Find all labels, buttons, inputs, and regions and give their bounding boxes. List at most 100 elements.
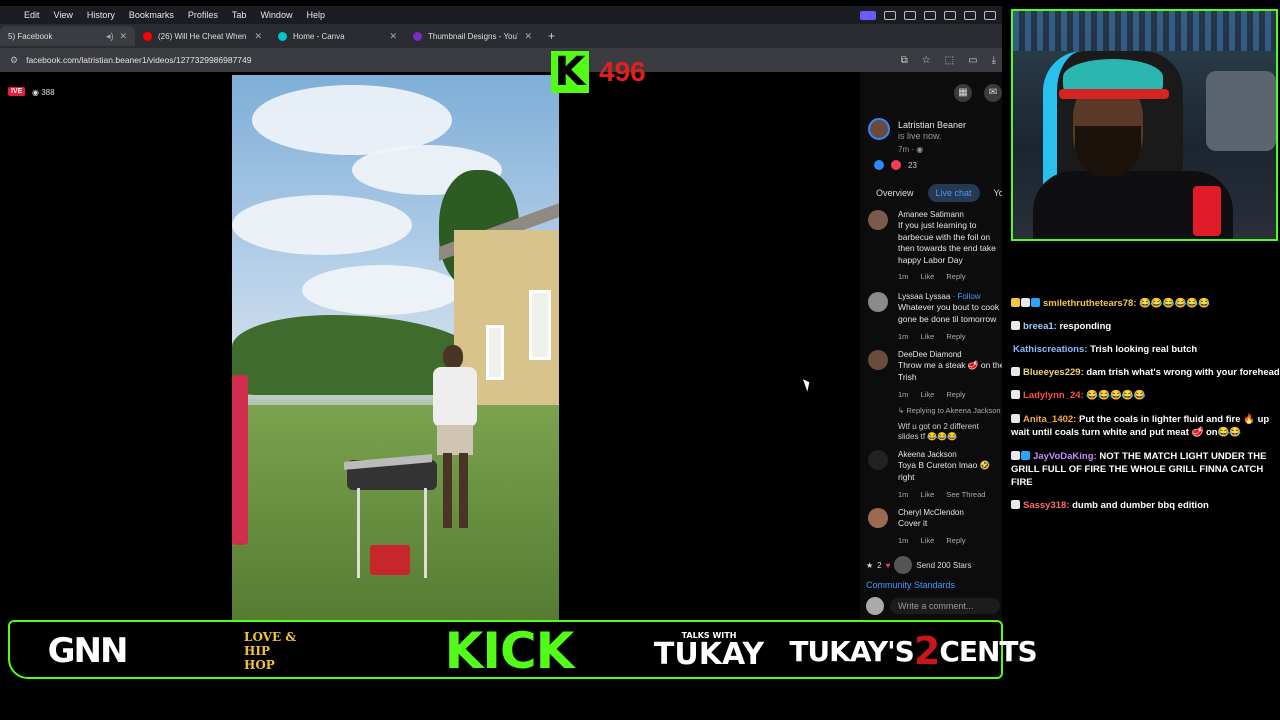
status-tray xyxy=(860,10,1002,20)
tab-canva[interactable]: Home - Canva ✕ xyxy=(270,26,405,46)
host-name[interactable]: Latristian Beaner xyxy=(898,120,966,130)
tab-youtube[interactable]: (26) Will He Cheat When His ✕ xyxy=(135,26,270,46)
comment-input[interactable]: Write a comment... xyxy=(890,598,1000,614)
tray-app-icon[interactable] xyxy=(904,10,916,20)
chat-username[interactable]: Ladylynn_24: xyxy=(1023,390,1084,401)
badge-icon xyxy=(1011,500,1020,509)
chat-badges xyxy=(1011,298,1041,309)
tab-thumbnail[interactable]: Thumbnail Designs - YouTube ✕ xyxy=(405,26,540,46)
tray-app-icon[interactable] xyxy=(884,10,896,20)
mouse-cursor-icon xyxy=(802,377,813,392)
live-video-player[interactable] xyxy=(232,75,559,620)
messenger-icon[interactable]: ✉ xyxy=(984,84,1002,102)
site-settings-icon[interactable]: ⚙ xyxy=(10,55,18,66)
badge-icon xyxy=(1011,321,1020,330)
chat-username[interactable]: Blueeyes229: xyxy=(1023,367,1084,378)
wifi-icon[interactable] xyxy=(964,10,976,20)
comment-composer: Write a comment... xyxy=(866,597,1000,615)
like-link[interactable]: Like xyxy=(921,536,935,545)
send-stars-button[interactable]: Send 200 Stars xyxy=(916,561,971,570)
tray-app-icon[interactable] xyxy=(944,10,956,20)
comment-time: 1m xyxy=(898,390,909,399)
menu-view[interactable]: View xyxy=(47,10,80,20)
tab-facebook[interactable]: 5) Facebook ◂) ✕ xyxy=(0,26,135,46)
comment-text: Throw me a steak 🥩 on the Trish xyxy=(898,360,1002,382)
like-link[interactable]: Like xyxy=(921,332,935,341)
search-icon[interactable] xyxy=(984,10,996,20)
close-tab-icon[interactable]: ✕ xyxy=(119,31,127,42)
kick-count: 496 xyxy=(599,56,646,87)
avatar[interactable] xyxy=(868,292,888,312)
cents-label-a: TUKAY'S xyxy=(789,634,915,668)
menu-edit[interactable]: Edit xyxy=(0,10,47,20)
chat-username[interactable]: JayVoDaKing: xyxy=(1033,451,1097,462)
chat-username[interactable]: Anita_1402: xyxy=(1023,414,1076,425)
replying-to[interactable]: ↳ Replying to Akeena Jackson xyxy=(898,406,1001,415)
badge-icon xyxy=(1011,451,1020,460)
reactions-row[interactable]: 23 xyxy=(870,160,917,170)
extensions-icon[interactable]: ⬚ xyxy=(945,55,954,66)
tray-app-icon[interactable] xyxy=(924,10,936,20)
chat-text: 😂😂😂😂😂 xyxy=(1083,390,1146,401)
like-link[interactable]: Like xyxy=(921,390,935,399)
new-tab-button[interactable]: + xyxy=(540,29,563,43)
menu-history[interactable]: History xyxy=(80,10,122,20)
menu-bookmarks[interactable]: Bookmarks xyxy=(122,10,181,20)
see-thread-link[interactable]: See Thread xyxy=(946,490,985,499)
avatar[interactable] xyxy=(868,210,888,230)
chat-badges xyxy=(1011,390,1021,401)
menu-tab[interactable]: Tab xyxy=(225,10,254,20)
like-reaction-icon xyxy=(874,160,884,170)
community-standards-link[interactable]: Community Standards xyxy=(866,580,955,590)
reply-link[interactable]: Reply xyxy=(946,272,965,281)
menu-window[interactable]: Window xyxy=(253,10,299,20)
chat-username[interactable]: Kathiscreations: xyxy=(1013,344,1087,355)
tab-overview[interactable]: Overview xyxy=(868,184,922,202)
avatar[interactable] xyxy=(868,450,888,470)
bookmark-star-icon[interactable]: ☆ xyxy=(922,55,931,66)
menu-grid-icon[interactable]: ▦ xyxy=(954,84,972,102)
download-icon[interactable]: ⤓ xyxy=(992,55,996,66)
comment-text: Toya B Cureton lmao 🤣 right xyxy=(898,460,991,482)
speaker-icon[interactable]: ◂) xyxy=(106,31,114,42)
screen-record-icon[interactable] xyxy=(860,10,876,20)
red-bottle xyxy=(1193,186,1221,236)
close-tab-icon[interactable]: ✕ xyxy=(389,31,397,42)
follow-link[interactable]: · Follow xyxy=(950,292,981,301)
chat-username[interactable]: breea1: xyxy=(1023,321,1057,332)
avatar[interactable] xyxy=(868,118,890,140)
install-icon[interactable]: ⧉ xyxy=(901,55,908,66)
badge-icon xyxy=(1021,298,1030,307)
menu-help[interactable]: Help xyxy=(299,10,332,20)
menu-profiles[interactable]: Profiles xyxy=(181,10,225,20)
house-window xyxy=(529,290,551,360)
chat-text: 😂😂😂😂😂😂 xyxy=(1136,298,1211,309)
comment-author[interactable]: Lyssaa Lyssaa · Follow xyxy=(898,292,981,301)
reply-link[interactable]: Reply xyxy=(946,390,965,399)
tab-more[interactable]: Yo xyxy=(986,184,1002,202)
like-link[interactable]: Like xyxy=(921,490,935,499)
reply-link[interactable]: Reply xyxy=(946,536,965,545)
sidebar-icon[interactable]: ▭ xyxy=(968,55,977,66)
close-tab-icon[interactable]: ✕ xyxy=(254,31,262,42)
like-link[interactable]: Like xyxy=(921,272,935,281)
tukay-label: TUKAY xyxy=(653,637,765,672)
avatar[interactable] xyxy=(868,508,888,528)
comment-author[interactable]: DeeDee Diamond xyxy=(898,350,962,359)
comment-author[interactable]: Akeena Jackson xyxy=(898,450,957,459)
address-bar: ⚙ facebook.com/latristian.beaner1/videos… xyxy=(0,48,1002,72)
person-shirt xyxy=(433,367,477,427)
comment: Amanee Satimann If you just learning to … xyxy=(868,210,1002,282)
tab-live-chat[interactable]: Live chat xyxy=(927,184,980,202)
chat-username[interactable]: smilethruthetears78: xyxy=(1043,298,1136,309)
comment-author[interactable]: Cheryl McClendon xyxy=(898,508,964,517)
chat-username[interactable]: Sassy318: xyxy=(1023,500,1069,511)
chat-message: Kathiscreations: Trish looking real butc… xyxy=(1011,344,1197,355)
close-tab-icon[interactable]: ✕ xyxy=(524,31,532,42)
facebook-live-panel: ▦ ✉ Latristian Beaner is live now. 7m · … xyxy=(860,72,1002,620)
avatar[interactable] xyxy=(868,350,888,370)
comment-author[interactable]: Amanee Satimann xyxy=(898,210,964,219)
url-field[interactable]: facebook.com/latristian.beaner1/videos/1… xyxy=(26,55,900,65)
reply-link[interactable]: Reply xyxy=(946,332,965,341)
chat-text: dumb and dumber bbq edition xyxy=(1069,500,1209,511)
